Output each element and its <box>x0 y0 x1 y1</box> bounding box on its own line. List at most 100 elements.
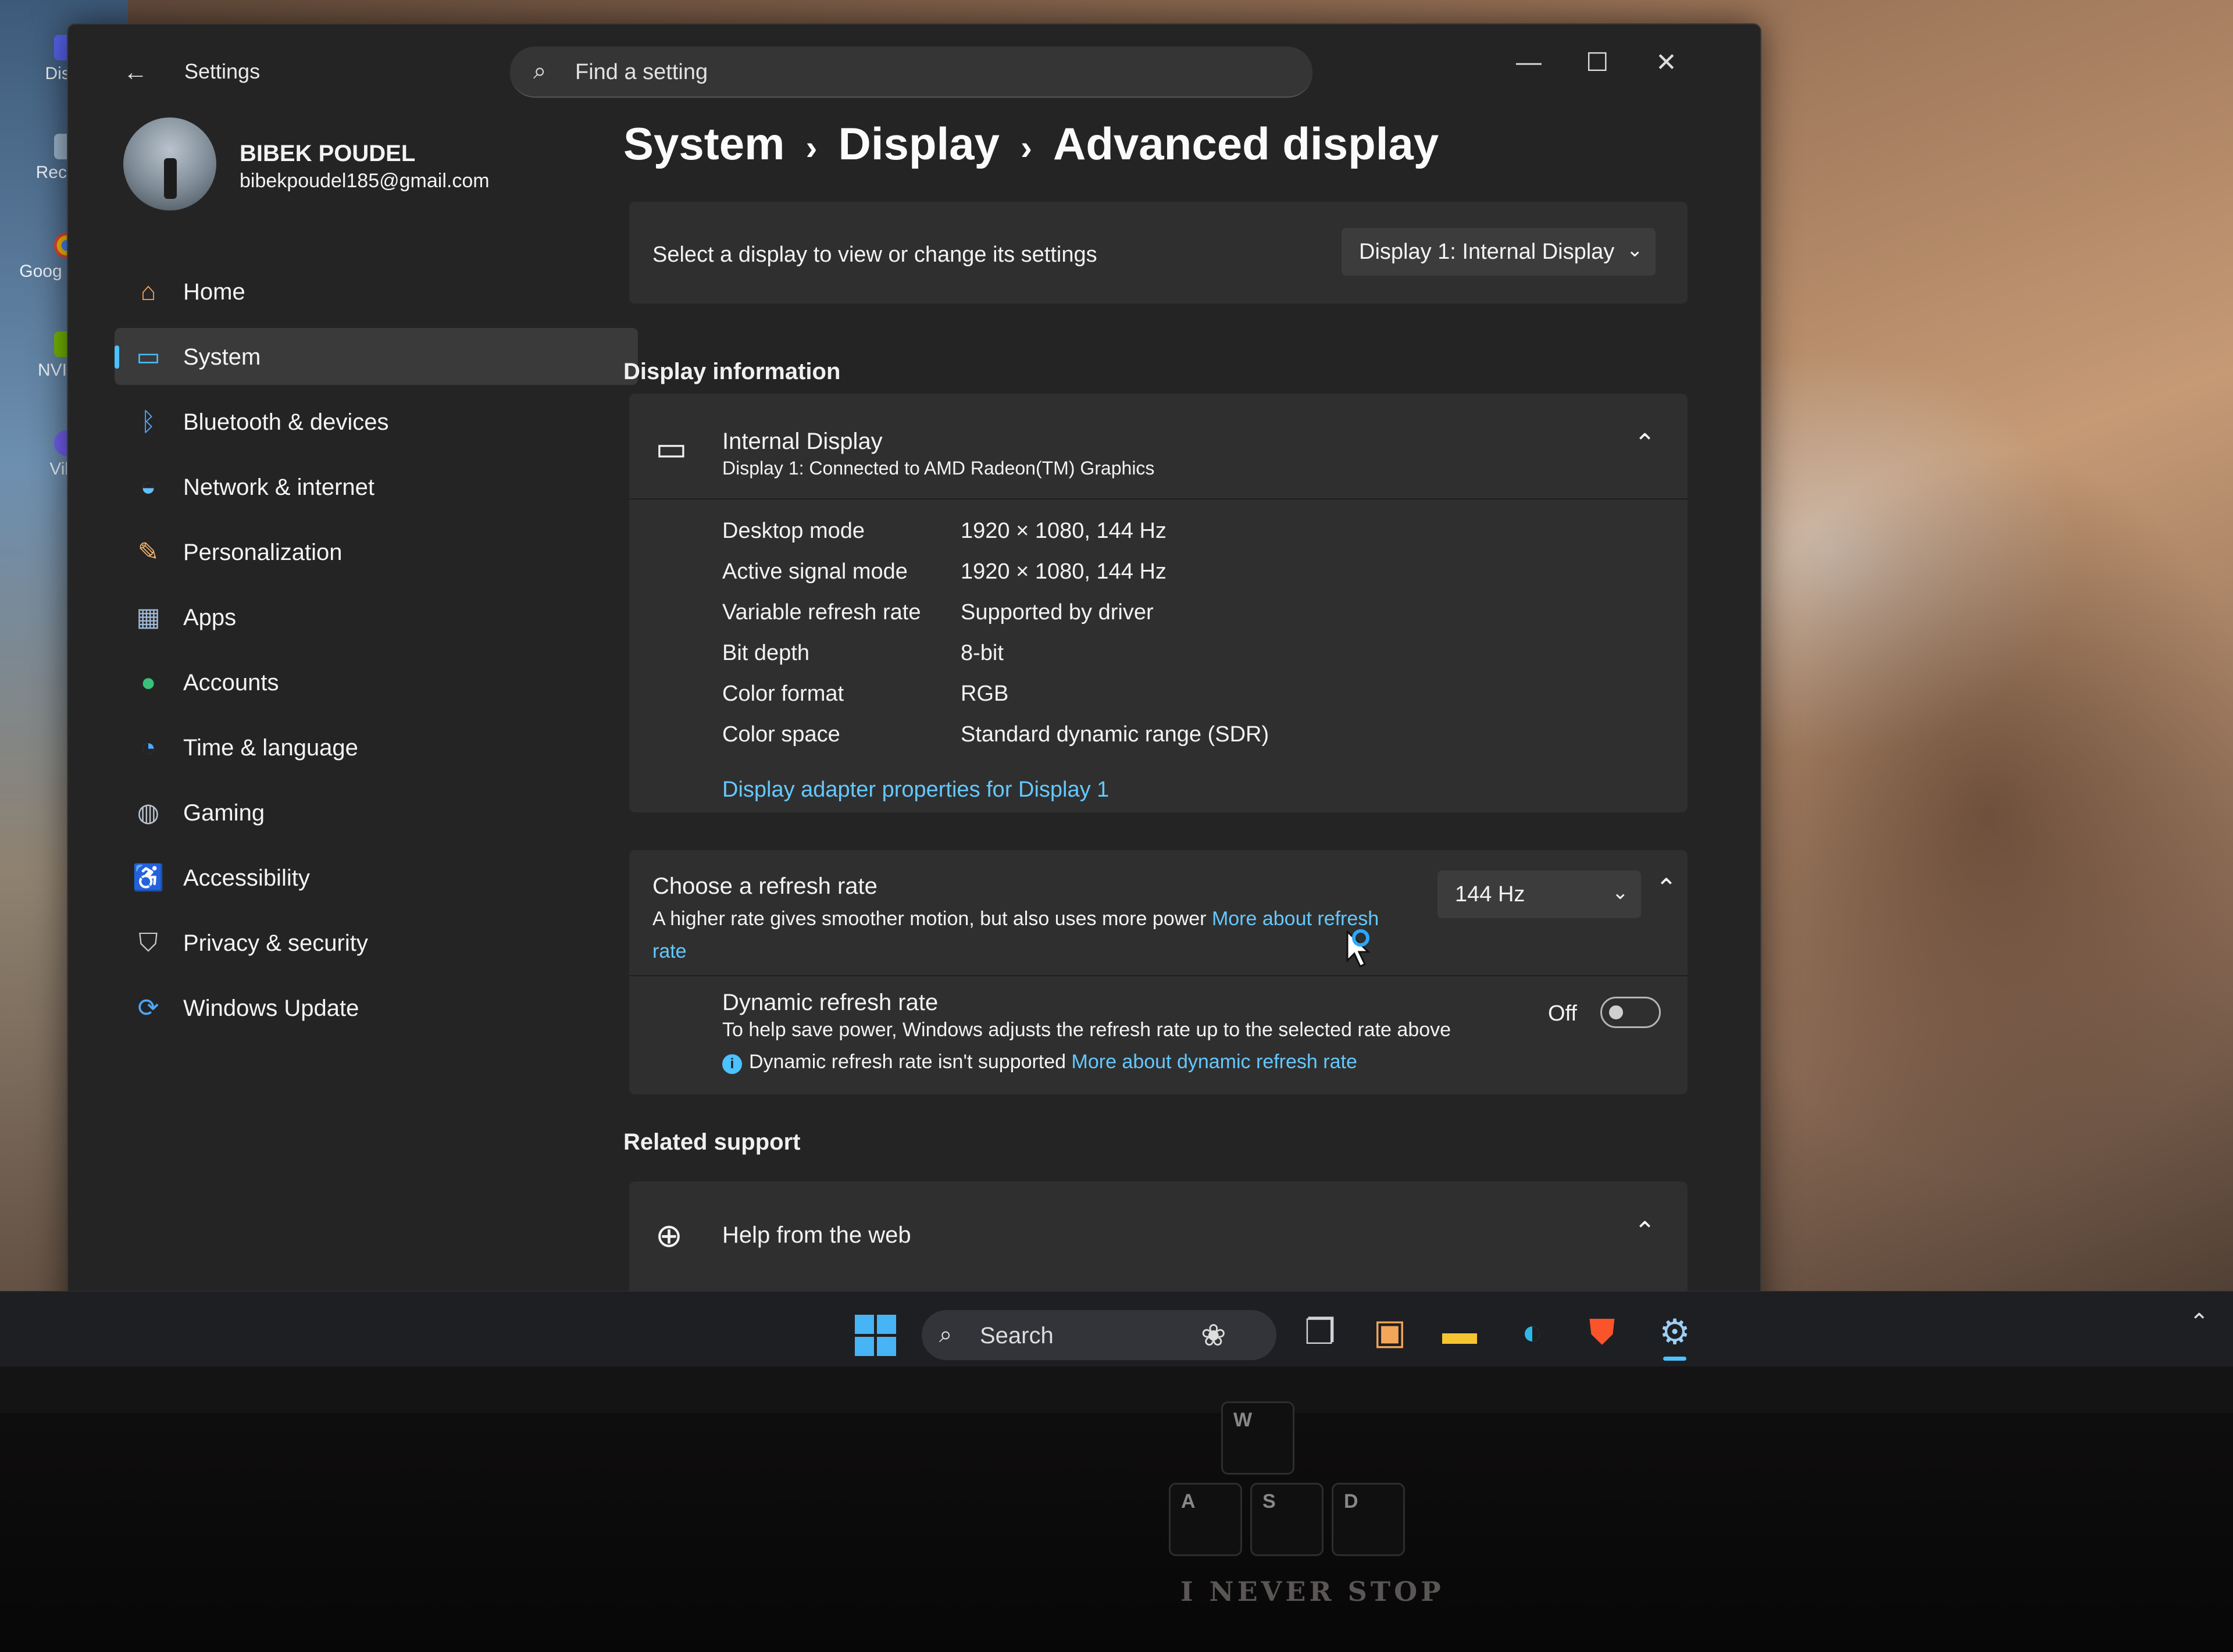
help-from-web-label: Help from the web <box>722 1222 911 1248</box>
search-highlight-icon: ❀ <box>1201 1319 1226 1353</box>
sidebar-item-network[interactable]: ◒ Network & internet <box>115 458 638 515</box>
sidebar-item-windows-update[interactable]: ⟳ Windows Update <box>115 979 638 1036</box>
start-icon-pane <box>855 1337 874 1356</box>
info-row: Variable refresh rate Supported by driver <box>722 600 1154 625</box>
sidebar-item-apps[interactable]: ▦ Apps <box>115 588 638 645</box>
display-dropdown[interactable]: Display 1: Internal Display ⌄ <box>1342 228 1656 276</box>
toggle-knob <box>1609 1005 1623 1019</box>
keyboard-slogan: I NEVER STOP <box>1180 1576 1444 1607</box>
breadcrumb-separator: › <box>805 128 818 167</box>
search-icon: ⌕ <box>939 1322 953 1347</box>
chevron-down-icon: ⌄ <box>1612 882 1629 904</box>
info-key: Variable refresh rate <box>722 600 921 625</box>
display-information-card: ▭ Internal Display Display 1: Connected … <box>629 394 1688 812</box>
chevron-down-icon: ⌄ <box>1626 239 1643 261</box>
dynamic-refresh-note-text: Dynamic refresh rate isn't supported <box>749 1051 1066 1073</box>
sidebar-item-label: Privacy & security <box>183 930 368 956</box>
user-name: BIBEK POUDEL <box>240 141 416 166</box>
page-title: Advanced display <box>1053 118 1439 169</box>
breadcrumb-separator: › <box>1020 128 1032 167</box>
sidebar-item-bluetooth[interactable]: ᛒ Bluetooth & devices <box>115 393 638 450</box>
info-row: Color format RGB <box>722 682 1008 707</box>
display-select-card: Select a display to view or change its s… <box>629 202 1688 304</box>
chevron-up-icon[interactable]: ⌃ <box>1656 873 1677 903</box>
sidebar-item-label: Time & language <box>183 735 358 761</box>
sidebar-item-label: Home <box>183 279 245 305</box>
back-arrow-icon[interactable]: ← <box>123 58 148 86</box>
sidebar-item-personalization[interactable]: ✎ Personalization <box>115 523 638 580</box>
active-app-indicator <box>1663 1357 1686 1361</box>
sidebar-item-home[interactable]: ⌂ Home <box>115 263 638 320</box>
brave-icon[interactable]: ⛊ <box>1579 1309 1625 1355</box>
info-value: RGB <box>961 682 1009 706</box>
info-row: Active signal mode 1920 × 1080, 144 Hz <box>722 559 1167 584</box>
laptop-icon: ▭ <box>655 430 687 468</box>
sidebar-item-label: Accounts <box>183 670 279 695</box>
dynamic-refresh-state: Off <box>1548 1001 1577 1026</box>
breadcrumb-display[interactable]: Display <box>838 118 999 169</box>
chevron-up-icon[interactable]: ⌃ <box>1634 429 1656 458</box>
display-information-header[interactable]: ▭ Internal Display Display 1: Connected … <box>629 394 1688 499</box>
sidebar-item-label: Gaming <box>183 800 265 826</box>
task-view-icon[interactable]: ❐ <box>1297 1309 1343 1355</box>
display-information-heading: Display information <box>623 359 841 384</box>
chevron-up-icon[interactable]: ⌃ <box>1634 1216 1656 1246</box>
sidebar-item-label: Apps <box>183 605 237 630</box>
info-value: 8-bit <box>961 641 1004 665</box>
display-subtitle: Display 1: Connected to AMD Radeon(TM) G… <box>722 458 1155 479</box>
start-icon-pane <box>877 1337 896 1356</box>
search-input[interactable] <box>574 57 1274 87</box>
settings-gear-icon[interactable]: ⚙ <box>1651 1309 1698 1355</box>
help-from-web-card[interactable]: ⊕ Help from the web ⌃ <box>629 1182 1688 1304</box>
globe-icon: ⊕ <box>655 1217 683 1254</box>
accounts-icon: ● <box>140 668 156 697</box>
busy-cursor-ring <box>1352 929 1369 947</box>
sidebar-item-label: Windows Update <box>183 996 359 1021</box>
dynamic-refresh-link[interactable]: More about dynamic refresh rate <box>1072 1051 1357 1073</box>
info-value: 1920 × 1080, 144 Hz <box>961 519 1167 543</box>
file-explorer-icon[interactable]: ▬ <box>1436 1309 1483 1355</box>
shield-icon: ⛉ <box>138 929 158 957</box>
sidebar-item-privacy[interactable]: ⛉ Privacy & security <box>115 914 638 971</box>
sidebar-item-accounts[interactable]: ● Accounts <box>115 654 638 711</box>
info-icon: i <box>722 1054 742 1074</box>
sidebar-item-label: Personalization <box>183 540 343 565</box>
sidebar-item-system[interactable]: ▭ System <box>115 328 638 385</box>
info-row: Bit depth 8-bit <box>722 641 1004 666</box>
avatar-figure <box>164 158 177 199</box>
user-profile[interactable]: BIBEK POUDEL bibekpoudel185@gmail.com <box>123 117 600 210</box>
windows-start-icon[interactable] <box>855 1315 897 1357</box>
start-icon-pane <box>855 1315 874 1334</box>
divider <box>629 975 1688 976</box>
apps-icon: ▦ <box>136 603 160 631</box>
chevron-up-icon[interactable]: ⌃ <box>2189 1309 2209 1336</box>
info-key: Bit depth <box>722 641 809 665</box>
refresh-rate-dropdown[interactable]: 144 Hz ⌄ <box>1437 870 1641 918</box>
search-box[interactable]: ⌕ <box>510 47 1312 98</box>
related-support-heading: Related support <box>623 1129 801 1155</box>
dynamic-refresh-title: Dynamic refresh rate <box>722 990 939 1015</box>
accessibility-icon: ♿ <box>132 864 165 892</box>
sidebar-item-label: System <box>183 344 261 370</box>
maximize-button[interactable]: ☐ <box>1586 48 1608 77</box>
minimize-button[interactable]: — <box>1516 48 1542 77</box>
edge-icon[interactable]: ◐ <box>1509 1309 1556 1355</box>
sidebar-item-accessibility[interactable]: ♿ Accessibility <box>115 849 638 906</box>
info-key: Desktop mode <box>722 519 865 543</box>
start-icon-pane <box>877 1315 896 1334</box>
refresh-rate-value: 144 Hz <box>1455 882 1525 907</box>
info-value: Supported by driver <box>961 600 1154 625</box>
store-icon[interactable]: ▣ <box>1367 1309 1413 1355</box>
breadcrumb-system[interactable]: System <box>623 118 785 169</box>
sidebar-item-gaming[interactable]: ◍ Gaming <box>115 784 638 841</box>
gamepad-icon: ◍ <box>137 798 160 827</box>
sidebar-item-time-language[interactable]: ◔ Time & language <box>115 719 638 776</box>
info-key: Active signal mode <box>722 559 908 584</box>
user-email: bibekpoudel185@gmail.com <box>240 170 490 192</box>
sidebar-item-label: Network & internet <box>183 474 375 500</box>
taskbar-search[interactable]: ⌕ Search ❀ <box>922 1310 1276 1360</box>
dynamic-refresh-toggle[interactable] <box>1600 997 1661 1028</box>
info-key: Color format <box>722 682 844 706</box>
close-button[interactable]: ✕ <box>1656 48 1677 77</box>
adapter-properties-link[interactable]: Display adapter properties for Display 1 <box>722 777 1109 802</box>
